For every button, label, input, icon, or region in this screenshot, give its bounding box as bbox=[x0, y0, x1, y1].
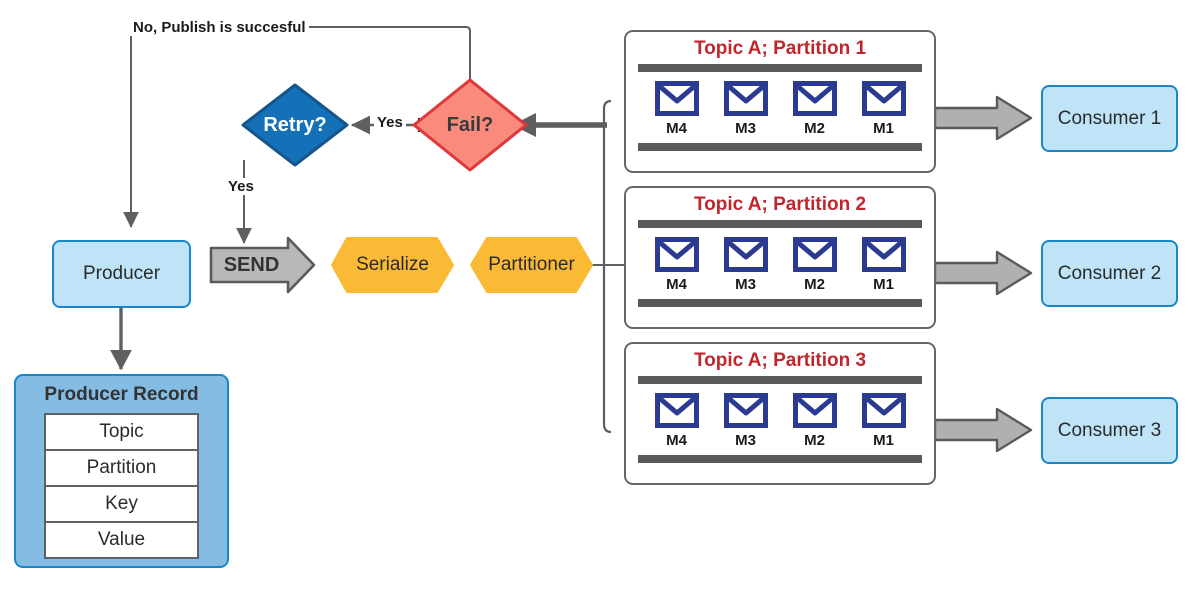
message-item: M2 bbox=[792, 81, 837, 137]
record-field-value: Value bbox=[46, 523, 197, 557]
message-item: M1 bbox=[861, 393, 906, 449]
message-label: M2 bbox=[804, 432, 825, 449]
message-item: M4 bbox=[654, 237, 699, 293]
record-field-topic: Topic bbox=[46, 415, 197, 451]
envelope-icon bbox=[654, 237, 699, 272]
fail-diamond-shape[interactable] bbox=[412, 78, 528, 172]
consumer-label-1: Consumer 1 bbox=[1057, 107, 1162, 129]
message-label: M3 bbox=[735, 120, 756, 137]
arrow-partition2-to-consumer2 bbox=[933, 250, 1033, 296]
record-field-partition: Partition bbox=[46, 451, 197, 487]
record-field-key: Key bbox=[46, 487, 197, 523]
consumer-box-1[interactable]: Consumer 1 bbox=[1041, 85, 1178, 152]
message-item: M1 bbox=[861, 237, 906, 293]
message-label: M1 bbox=[873, 432, 894, 449]
message-row-3: M4 M3 M2 M1 bbox=[636, 384, 924, 455]
consumer-box-3[interactable]: Consumer 3 bbox=[1041, 397, 1178, 464]
message-item: M2 bbox=[792, 237, 837, 293]
partition-box-1[interactable]: Topic A; Partition 1 M4 M3 M2 M1 bbox=[624, 30, 936, 173]
envelope-icon bbox=[654, 81, 699, 116]
partition-title-3: Topic A; Partition 3 bbox=[693, 350, 867, 371]
message-label: M3 bbox=[735, 276, 756, 293]
diagram-canvas: Retry? Fail? SEND Serialize Partitioner … bbox=[0, 0, 1200, 590]
producer-record-title: Producer Record bbox=[44, 384, 199, 405]
consumer-label-2: Consumer 2 bbox=[1057, 262, 1162, 284]
partition-title-1: Topic A; Partition 1 bbox=[693, 38, 867, 59]
partition-title-2: Topic A; Partition 2 bbox=[693, 194, 867, 215]
partition-box-2[interactable]: Topic A; Partition 2 M4 M3 M2 M1 bbox=[624, 186, 936, 329]
envelope-icon bbox=[792, 393, 837, 428]
producer-label: Producer bbox=[82, 263, 161, 284]
message-item: M3 bbox=[723, 237, 768, 293]
arrow-partition1-to-consumer1 bbox=[933, 95, 1033, 141]
message-label: M2 bbox=[804, 276, 825, 293]
message-item: M4 bbox=[654, 393, 699, 449]
producer-record-box[interactable]: Producer Record Topic Partition Key Valu… bbox=[14, 374, 229, 568]
edge-label-retry-yes: Yes bbox=[225, 178, 257, 195]
serialize-shape[interactable] bbox=[331, 237, 454, 293]
consumer-box-2[interactable]: Consumer 2 bbox=[1041, 240, 1178, 307]
message-item: M1 bbox=[861, 81, 906, 137]
partition-bar-bottom-2 bbox=[638, 299, 922, 307]
producer-record-fields: Topic Partition Key Value bbox=[44, 413, 199, 559]
partitioner-shape[interactable] bbox=[470, 237, 593, 293]
envelope-icon bbox=[861, 81, 906, 116]
envelope-icon bbox=[723, 393, 768, 428]
message-label: M4 bbox=[666, 120, 687, 137]
message-row-2: M4 M3 M2 M1 bbox=[636, 228, 924, 299]
partition-bar-bottom-1 bbox=[638, 143, 922, 151]
message-label: M1 bbox=[873, 276, 894, 293]
retry-diamond-shape[interactable] bbox=[241, 83, 349, 167]
message-label: M1 bbox=[873, 120, 894, 137]
partition-bar-top-2 bbox=[638, 220, 922, 228]
message-item: M3 bbox=[723, 81, 768, 137]
partition-bar-top-3 bbox=[638, 376, 922, 384]
partition-box-3[interactable]: Topic A; Partition 3 M4 M3 M2 M1 bbox=[624, 342, 936, 485]
partition-bar-bottom-3 bbox=[638, 455, 922, 463]
message-label: M3 bbox=[735, 432, 756, 449]
message-label: M2 bbox=[804, 120, 825, 137]
envelope-icon bbox=[723, 237, 768, 272]
edge-partition-bracket bbox=[602, 99, 612, 434]
consumer-label-3: Consumer 3 bbox=[1057, 419, 1162, 441]
message-item: M4 bbox=[654, 81, 699, 137]
envelope-icon bbox=[861, 237, 906, 272]
envelope-icon bbox=[723, 81, 768, 116]
envelope-icon bbox=[792, 237, 837, 272]
edge-label-fail-yes: Yes bbox=[374, 114, 406, 131]
message-item: M2 bbox=[792, 393, 837, 449]
send-arrow-shape[interactable] bbox=[209, 236, 316, 294]
message-item: M3 bbox=[723, 393, 768, 449]
envelope-icon bbox=[861, 393, 906, 428]
partition-bar-top-1 bbox=[638, 64, 922, 72]
producer-box[interactable]: Producer bbox=[52, 240, 191, 308]
message-row-1: M4 M3 M2 M1 bbox=[636, 72, 924, 143]
envelope-icon bbox=[792, 81, 837, 116]
envelope-icon bbox=[654, 393, 699, 428]
message-label: M4 bbox=[666, 432, 687, 449]
message-label: M4 bbox=[666, 276, 687, 293]
arrow-partition3-to-consumer3 bbox=[933, 407, 1033, 453]
edge-label-publish-success: No, Publish is succesful bbox=[130, 19, 309, 36]
